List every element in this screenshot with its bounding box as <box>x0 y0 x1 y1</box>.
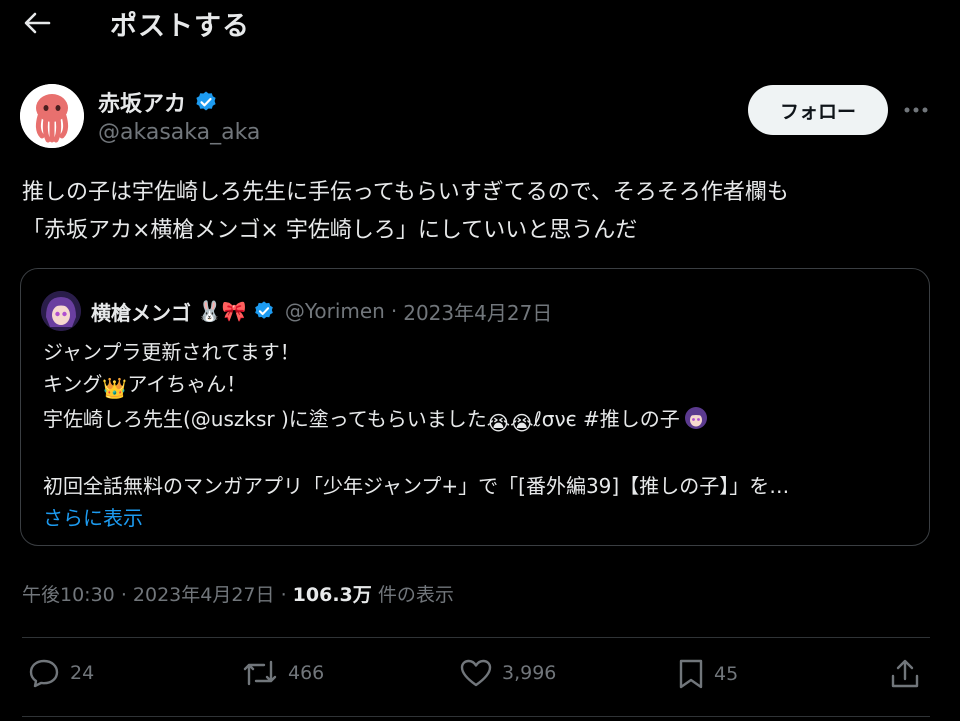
like-button[interactable]: 3,996 <box>460 658 556 688</box>
share-icon <box>891 659 919 688</box>
divider <box>22 716 930 717</box>
quoted-text-line: 初回全話無料のマンガアプリ「少年ジャンプ+」で「[番外編39]【推しの子】」を… <box>43 474 790 498</box>
follow-button[interactable]: フォロー <box>748 85 888 135</box>
quoted-author-name[interactable]: 横槍メンゴ <box>91 297 191 326</box>
quoted-text-line: キング👑アイちゃん！ <box>43 369 913 405</box>
quoted-text-line: 宇佐崎しろ先生(@uszksr )に塗ってもらいました😭😭ℓσνє #推しの子 <box>43 404 913 440</box>
crying-face-emoji: 😭😭 <box>486 411 534 435</box>
quoted-text-blank-line <box>43 440 913 472</box>
top-bar: ポストする <box>0 0 960 48</box>
quoted-post-date: 2023年4月27日 <box>403 300 553 325</box>
view-count: 106.3万 <box>292 584 372 606</box>
rabbit-ribbon-emoji: 🐰🎀 <box>197 299 247 323</box>
post-body: 推しの子は宇佐崎しろ先生に手伝ってもらいすぎてるので、そろそろ作者欄も 「赤坂ア… <box>22 174 942 250</box>
post-date[interactable]: 2023年4月27日 <box>133 584 275 606</box>
quoted-text-segment: キング <box>43 371 103 396</box>
verified-badge-icon <box>196 91 216 111</box>
author-handle[interactable]: @akasaka_aka <box>98 120 260 145</box>
divider <box>22 637 930 638</box>
like-count: 3,996 <box>502 662 557 684</box>
repost-count: 466 <box>288 662 325 684</box>
author-avatar[interactable] <box>20 84 84 148</box>
reply-count: 24 <box>70 662 95 684</box>
octopus-avatar-image <box>20 84 84 148</box>
quoted-post-card[interactable]: 横槍メンゴ 🐰🎀 @Yorimen · 2023年4月27日 ジャンプラ更新され… <box>20 268 930 546</box>
page-title: ポストする <box>110 11 250 42</box>
post-metadata: 午後10:30 · 2023年4月27日 · 106.3万 件の表示 <box>22 580 454 607</box>
reply-button[interactable]: 24 <box>28 658 94 688</box>
quoted-text-line: ジャンプラ更新されてます！ <box>43 340 300 364</box>
quoted-post-header: 横槍メンゴ 🐰🎀 @Yorimen · 2023年4月27日 <box>41 291 552 331</box>
separator-dot: · <box>120 584 133 606</box>
repost-icon <box>243 660 277 686</box>
share-button[interactable] <box>890 658 920 690</box>
author-name[interactable]: 赤坂アカ <box>98 86 186 118</box>
heart-icon <box>460 659 492 687</box>
back-button[interactable] <box>22 8 52 38</box>
arrow-left-icon <box>24 12 51 34</box>
bookmark-icon <box>679 659 703 689</box>
bookmark-count: 45 <box>714 663 739 685</box>
reply-icon <box>29 659 59 688</box>
quoted-author-handle[interactable]: @Yorimen <box>285 299 385 323</box>
bookmark-button[interactable]: 45 <box>678 658 738 690</box>
post-detail-page: ポストする 赤坂アカ @akasaka_aka フォロー 推しの子は宇佐崎しろ先… <box>0 0 960 721</box>
view-count-label: 件の表示 <box>377 584 454 606</box>
verified-badge-icon <box>255 301 273 319</box>
separator-dot: · <box>390 299 398 323</box>
hashtag-text: ℓσνє #推しの子 <box>533 407 680 431</box>
anime-girl-avatar-image <box>41 291 81 331</box>
post-time[interactable]: 午後10:30 <box>22 584 115 606</box>
post-text-line: 推しの子は宇佐崎しろ先生に手伝ってもらいすぎてるので、そろそろ作者欄も <box>22 180 789 205</box>
post-text-line: 「赤坂アカ×横槍メンゴ× 宇佐崎しろ」にしていいと思うんだ <box>22 218 638 243</box>
quoted-author-avatar[interactable] <box>41 291 81 331</box>
repost-button[interactable]: 466 <box>242 658 324 688</box>
show-more-link[interactable]: さらに表示 <box>43 503 913 535</box>
quoted-text-segment: アイちゃん！ <box>127 371 247 396</box>
quoted-text-segment: 宇佐崎しろ先生(@uszksr )に塗ってもらいました <box>43 407 487 431</box>
crown-emoji: 👑 <box>102 375 128 400</box>
anime-girl-emoji-icon <box>684 406 708 440</box>
more-options-button[interactable] <box>898 98 934 122</box>
separator-dot: · <box>280 584 293 606</box>
author-name-row[interactable]: 赤坂アカ <box>98 86 218 118</box>
quoted-post-body: ジャンプラ更新されてます！ キング👑アイちゃん！ 宇佐崎しろ先生(@uszksr… <box>43 337 913 534</box>
more-dots-icon <box>904 107 928 113</box>
